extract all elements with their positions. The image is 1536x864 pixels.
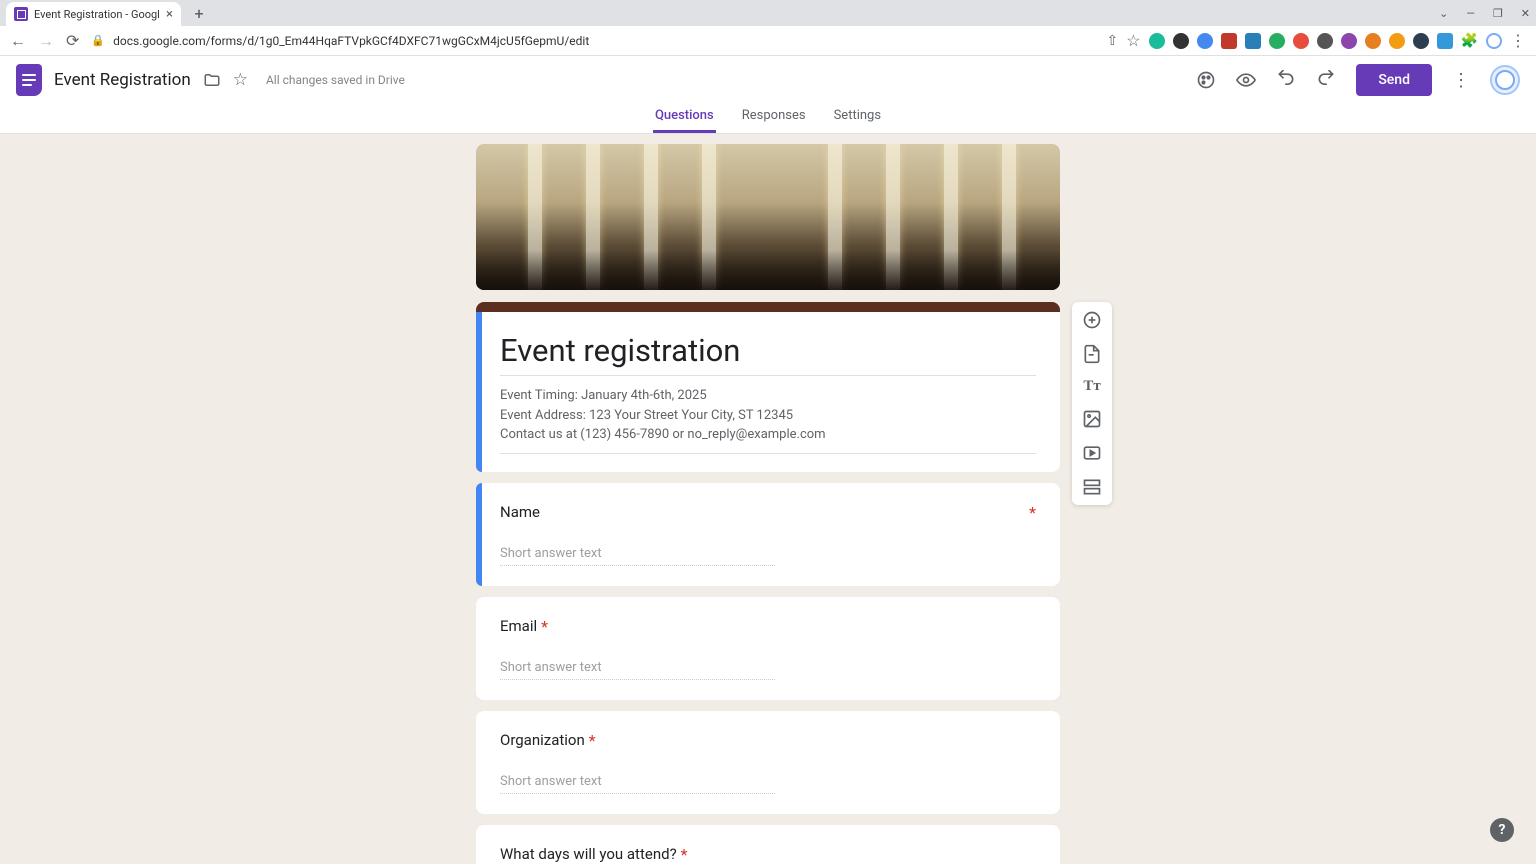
lock-icon: 🔒 xyxy=(91,34,105,47)
form-title-input[interactable]: Event registration xyxy=(500,332,1036,376)
help-button[interactable]: ? xyxy=(1490,818,1514,842)
active-tab[interactable]: Event Registration - Google Form × xyxy=(6,2,181,26)
import-questions-icon[interactable] xyxy=(1082,344,1102,364)
chevron-down-icon[interactable]: ⌄ xyxy=(1439,7,1448,20)
form-description[interactable]: Event Timing: January 4th-6th, 2025 Even… xyxy=(500,386,1036,454)
star-icon[interactable]: ☆ xyxy=(233,70,248,90)
add-image-icon[interactable] xyxy=(1082,409,1102,429)
extensions-puzzle-icon[interactable]: 🧩 xyxy=(1461,33,1478,49)
url-text: docs.google.com/forms/d/1g0_Em44HqaFTVpk… xyxy=(113,34,589,48)
ext-icon-3[interactable] xyxy=(1197,33,1213,49)
ext-icon-13[interactable] xyxy=(1437,33,1453,49)
question-label[interactable]: What days will you attend? xyxy=(500,845,677,864)
answer-placeholder: Short answer text xyxy=(500,660,775,680)
required-indicator: * xyxy=(541,617,548,636)
add-video-icon[interactable] xyxy=(1082,443,1102,463)
document-title[interactable]: Event Registration xyxy=(54,70,191,90)
ext-icon-2[interactable] xyxy=(1173,33,1189,49)
undo-icon[interactable] xyxy=(1276,70,1296,90)
add-section-icon[interactable] xyxy=(1082,477,1102,497)
minimize-button[interactable]: — xyxy=(1466,7,1475,20)
floating-toolbar: Tᴛ xyxy=(1072,302,1112,505)
forms-header: Event Registration ☆ All changes saved i… xyxy=(0,56,1536,104)
question-card[interactable]: Email* Short answer text xyxy=(476,597,1060,700)
account-avatar[interactable] xyxy=(1490,65,1520,95)
tab-settings[interactable]: Settings xyxy=(832,104,883,133)
address-bar[interactable]: 🔒 docs.google.com/forms/d/1g0_Em44HqaFTV… xyxy=(91,34,1094,48)
ext-icon-6[interactable] xyxy=(1269,33,1285,49)
ext-icon-9[interactable] xyxy=(1341,33,1357,49)
question-label[interactable]: Email xyxy=(500,617,537,636)
question-label[interactable]: Organization xyxy=(500,731,585,750)
maximize-button[interactable]: ❐ xyxy=(1493,7,1503,20)
form-tab-bar: Questions Responses Settings xyxy=(0,104,1536,134)
redo-icon[interactable] xyxy=(1316,70,1336,90)
add-title-icon[interactable]: Tᴛ xyxy=(1083,378,1100,395)
profile-avatar-small[interactable] xyxy=(1486,33,1502,49)
new-tab-button[interactable]: + xyxy=(187,3,211,23)
ext-icon-10[interactable] xyxy=(1365,33,1381,49)
tab-title-text: Event Registration - Google Form xyxy=(34,8,160,21)
reload-button[interactable]: ⟳ xyxy=(66,31,79,50)
send-button[interactable]: Send xyxy=(1356,64,1432,96)
forward-button[interactable]: → xyxy=(38,31,54,51)
add-question-icon[interactable] xyxy=(1082,310,1102,330)
form-canvas: Event registration Event Timing: January… xyxy=(0,134,1536,864)
bookmark-star-icon[interactable]: ☆ xyxy=(1126,31,1140,50)
more-menu-icon[interactable]: ⋮ xyxy=(1452,70,1470,91)
share-icon[interactable]: ⇧ xyxy=(1106,33,1118,49)
tab-questions[interactable]: Questions xyxy=(653,104,716,133)
answer-placeholder: Short answer text xyxy=(500,774,775,794)
theme-palette-icon[interactable] xyxy=(1196,70,1216,90)
close-tab-icon[interactable]: × xyxy=(166,7,173,22)
tab-responses[interactable]: Responses xyxy=(740,104,808,133)
ext-icon-5[interactable] xyxy=(1245,33,1261,49)
required-indicator: * xyxy=(589,731,596,750)
question-card[interactable]: Name * Short answer text xyxy=(476,483,1060,586)
browser-tab-strip: Event Registration - Google Form × + ⌄ —… xyxy=(0,0,1536,26)
move-folder-icon[interactable] xyxy=(203,71,221,89)
ext-icon-12[interactable] xyxy=(1413,33,1429,49)
question-card[interactable]: What days will you attend?* xyxy=(476,825,1060,864)
required-indicator: * xyxy=(681,845,688,864)
close-window-button[interactable]: ✕ xyxy=(1521,7,1530,20)
browser-toolbar: ← → ⟳ 🔒 docs.google.com/forms/d/1g0_Em44… xyxy=(0,26,1536,56)
save-status-text: All changes saved in Drive xyxy=(266,73,405,87)
window-controls: ⌄ — ❐ ✕ xyxy=(1439,7,1530,20)
desc-line-2: Event Address: 123 Your Street Your City… xyxy=(500,406,1036,426)
question-label[interactable]: Name xyxy=(500,503,540,522)
desc-line-1: Event Timing: January 4th-6th, 2025 xyxy=(500,386,1036,406)
ext-icon-8[interactable] xyxy=(1317,33,1333,49)
ext-icon-11[interactable] xyxy=(1389,33,1405,49)
question-card[interactable]: Organization* Short answer text xyxy=(476,711,1060,814)
forms-favicon xyxy=(14,7,28,21)
desc-line-3: Contact us at (123) 456-7890 or no_reply… xyxy=(500,425,1036,445)
back-button[interactable]: ← xyxy=(10,31,26,51)
ext-icon-7[interactable] xyxy=(1293,33,1309,49)
form-header-image[interactable] xyxy=(476,144,1060,290)
ext-icon-1[interactable] xyxy=(1149,33,1165,49)
required-indicator: * xyxy=(1029,503,1036,522)
form-title-card[interactable]: Event registration Event Timing: January… xyxy=(476,302,1060,472)
google-forms-logo[interactable] xyxy=(16,64,42,96)
url-actions: ⇧ ☆ 🧩 ⋮ xyxy=(1106,31,1526,50)
ext-icon-4[interactable] xyxy=(1221,33,1237,49)
preview-eye-icon[interactable] xyxy=(1236,70,1256,90)
answer-placeholder: Short answer text xyxy=(500,546,775,566)
browser-menu-icon[interactable]: ⋮ xyxy=(1510,31,1526,50)
